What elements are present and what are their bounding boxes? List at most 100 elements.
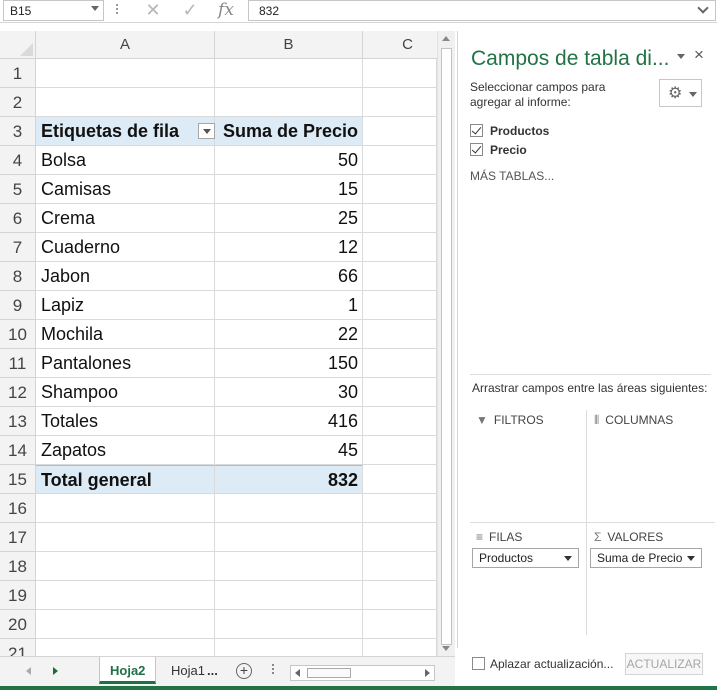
cell-a[interactable]: Camisas (36, 175, 215, 204)
row-header[interactable]: 6 (0, 204, 36, 233)
pivot-grand-total-value[interactable]: 832 (215, 465, 363, 494)
cell-a[interactable] (36, 552, 215, 581)
scroll-up-icon[interactable] (442, 36, 450, 41)
cell-b[interactable] (215, 88, 363, 117)
row-header[interactable]: 1 (0, 59, 36, 88)
cell-a[interactable]: Bolsa (36, 146, 215, 175)
cell-c[interactable] (363, 494, 437, 523)
scroll-down-icon[interactable] (442, 646, 450, 651)
defer-update-label[interactable]: Aplazar actualización... (490, 657, 613, 671)
cell-b[interactable]: 45 (215, 436, 363, 465)
row-header[interactable]: 8 (0, 262, 36, 291)
row-header[interactable]: 7 (0, 233, 36, 262)
row-header[interactable]: 19 (0, 581, 36, 610)
cell-b[interactable]: 25 (215, 204, 363, 233)
cell-a[interactable] (36, 88, 215, 117)
cell-b[interactable]: 22 (215, 320, 363, 349)
chevron-down-icon[interactable] (91, 6, 99, 11)
cell-b[interactable]: 66 (215, 262, 363, 291)
cell-b[interactable]: 1 (215, 291, 363, 320)
cell-a[interactable] (36, 639, 215, 656)
expand-formula-bar-icon[interactable] (697, 2, 709, 14)
cell-b[interactable]: 416 (215, 407, 363, 436)
cell-a[interactable]: Lapiz (36, 291, 215, 320)
columns-area[interactable]: ⦀ COLUMNAS (590, 413, 705, 524)
cell-c[interactable] (363, 204, 437, 233)
cell-c[interactable] (363, 610, 437, 639)
prev-sheet-icon[interactable] (26, 667, 31, 675)
formula-input[interactable]: 832 (248, 0, 716, 21)
add-sheet-icon[interactable]: + (236, 663, 252, 679)
cell-c[interactable] (363, 639, 437, 656)
select-all-button[interactable] (0, 31, 36, 59)
enter-icon[interactable]: ✓ (175, 0, 205, 21)
cell-a[interactable]: Jabon (36, 262, 215, 291)
cell-c[interactable] (363, 436, 437, 465)
row-header[interactable]: 16 (0, 494, 36, 523)
worksheet-grid[interactable]: A B C 1 2 3 Etiquetas de fila Suma de Precio… (0, 31, 437, 656)
cell-b[interactable]: 150 (215, 349, 363, 378)
row-header[interactable]: 12 (0, 378, 36, 407)
cell-b[interactable] (215, 581, 363, 610)
row-header[interactable]: 18 (0, 552, 36, 581)
cell-b[interactable] (215, 610, 363, 639)
row-header[interactable]: 20 (0, 610, 36, 639)
scroll-right-icon[interactable] (425, 669, 430, 677)
row-header[interactable]: 4 (0, 146, 36, 175)
chevron-down-icon[interactable] (564, 556, 572, 561)
values-area[interactable]: Σ VALORES Suma de Precio (590, 530, 705, 641)
cell-b[interactable] (215, 639, 363, 656)
cell-c[interactable] (363, 581, 437, 610)
chevron-down-icon[interactable] (687, 556, 695, 561)
cell-a[interactable]: Totales (36, 407, 215, 436)
cell-c[interactable] (363, 233, 437, 262)
scrollbar-thumb[interactable] (441, 48, 452, 645)
filters-area[interactable]: ▼ FILTROS (472, 413, 587, 524)
cell-c[interactable] (363, 552, 437, 581)
cell-a[interactable] (36, 581, 215, 610)
tab-hoja2[interactable]: Hoja2 (99, 657, 157, 684)
row-header[interactable]: 3 (0, 117, 36, 146)
column-header-b[interactable]: B (215, 31, 363, 59)
cell-c[interactable] (363, 407, 437, 436)
cell-c[interactable] (363, 378, 437, 407)
update-button[interactable]: ACTUALIZAR (625, 653, 703, 675)
cell-b[interactable] (215, 552, 363, 581)
column-header-c[interactable]: C (363, 31, 437, 59)
row-labels-filter-icon[interactable] (198, 123, 215, 139)
pane-options-chevron-icon[interactable] (677, 54, 685, 59)
cell-c[interactable] (363, 291, 437, 320)
more-sheets-button[interactable]: ... (203, 657, 222, 684)
cell-c[interactable] (363, 523, 437, 552)
cell-b[interactable]: 15 (215, 175, 363, 204)
cell-a[interactable]: Crema (36, 204, 215, 233)
row-header[interactable]: 5 (0, 175, 36, 204)
cell-c[interactable] (363, 320, 437, 349)
rows-field-chip[interactable]: Productos (472, 548, 579, 568)
row-header[interactable]: 13 (0, 407, 36, 436)
cell-a[interactable] (36, 59, 215, 88)
cell-b[interactable]: 30 (215, 378, 363, 407)
column-header-a[interactable]: A (36, 31, 215, 59)
cell-a[interactable]: Cuaderno (36, 233, 215, 262)
name-box[interactable]: B15 (3, 0, 104, 21)
next-sheet-icon[interactable] (53, 667, 58, 675)
horizontal-scrollbar[interactable] (290, 665, 435, 681)
cell-a[interactable]: Pantalones (36, 349, 215, 378)
cell-a[interactable]: Zapatos (36, 436, 215, 465)
horizontal-scrollbar-thumb[interactable] (307, 668, 351, 678)
defer-update-checkbox[interactable] (472, 657, 485, 670)
field-layout-button[interactable]: ⚙ (659, 79, 702, 107)
pivot-row-labels-header[interactable]: Etiquetas de fila (36, 117, 215, 146)
row-header[interactable]: 15 (0, 465, 36, 494)
cancel-icon[interactable]: ✕ (138, 0, 168, 21)
row-header[interactable]: 9 (0, 291, 36, 320)
cell-b[interactable]: 12 (215, 233, 363, 262)
cell-a[interactable]: Mochila (36, 320, 215, 349)
row-header[interactable]: 14 (0, 436, 36, 465)
values-field-chip[interactable]: Suma de Precio (590, 548, 702, 568)
cell-c[interactable] (363, 175, 437, 204)
scroll-left-icon[interactable] (295, 669, 300, 677)
cell-a[interactable] (36, 523, 215, 552)
vertical-scrollbar[interactable] (437, 31, 455, 656)
